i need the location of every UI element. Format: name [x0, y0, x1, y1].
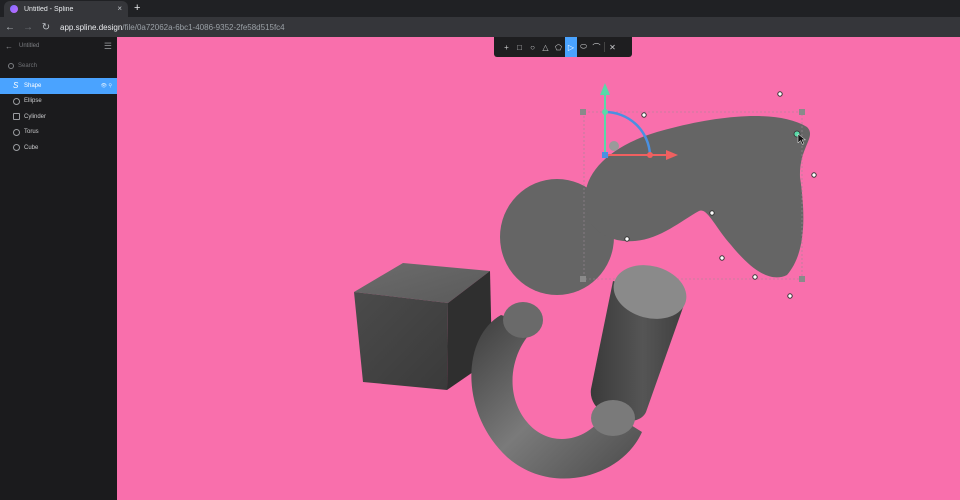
- hamburger-menu-icon[interactable]: ☰: [104, 41, 112, 52]
- bbox-handle[interactable]: [580, 109, 586, 115]
- layer-item-torus[interactable]: Torus: [0, 125, 117, 141]
- ellipse-tool-icon[interactable]: ○: [526, 37, 539, 57]
- triangle-tool-icon[interactable]: △: [539, 37, 552, 57]
- layer-label: Cube: [24, 144, 39, 151]
- bbox-handle[interactable]: [799, 109, 805, 115]
- polygon-tool-icon[interactable]: ⬠: [552, 37, 565, 57]
- search-placeholder: Search: [18, 63, 38, 69]
- address-bar[interactable]: app.spline.design /file/0a72062a-6bc1-40…: [60, 19, 285, 35]
- forward-button[interactable]: →: [20, 19, 36, 35]
- viewport-canvas[interactable]: + □ ○ △ ⬠ ▷ ⬭ ⌒ ✕: [117, 37, 960, 500]
- cube-object[interactable]: [354, 263, 492, 390]
- layer-item-cube[interactable]: Cube: [0, 140, 117, 156]
- canvas-tools-bar: + □ ○ △ ⬠ ▷ ⬭ ⌒ ✕: [494, 37, 632, 57]
- spline-favicon-icon: [10, 5, 18, 13]
- torus-icon: [13, 128, 20, 136]
- bbox-handle[interactable]: [580, 276, 586, 282]
- pen-tool-icon[interactable]: ⬭: [577, 37, 590, 57]
- rectangle-tool-icon[interactable]: □: [513, 37, 526, 57]
- layer-label: Cylinder: [24, 113, 47, 120]
- ellipse-icon: [13, 97, 20, 105]
- select-tool-icon[interactable]: ▷: [565, 37, 577, 57]
- layers-sidebar: ← Untitled ☰ Search S Shape 👁 ⚲ Ellipse …: [0, 37, 117, 500]
- search-icon: [8, 63, 14, 69]
- reload-button[interactable]: ↻: [38, 19, 54, 35]
- layer-label: Shape: [24, 82, 42, 89]
- browser-toolbar: ← → ↻ app.spline.design /file/0a72062a-6…: [0, 17, 960, 37]
- cylinder-object[interactable]: [590, 257, 693, 422]
- new-tab-button[interactable]: +: [134, 2, 140, 14]
- browser-tab-bar: Untitled - Spline × +: [0, 0, 960, 17]
- file-title[interactable]: Untitled: [19, 43, 104, 49]
- cylinder-icon: [13, 113, 20, 121]
- tools-divider: [604, 42, 605, 52]
- layer-item-cylinder[interactable]: Cylinder: [0, 109, 117, 125]
- cube-icon: [13, 144, 20, 152]
- pen-shape-icon: S: [13, 81, 19, 91]
- layer-item-shape[interactable]: S Shape 👁 ⚲: [0, 78, 117, 94]
- url-host: app.spline.design: [60, 22, 123, 32]
- back-button[interactable]: ←: [2, 19, 18, 35]
- layer-label: Ellipse: [24, 98, 42, 105]
- bbox-handle[interactable]: [799, 276, 805, 282]
- scene-svg: [354, 83, 817, 479]
- shape-object[interactable]: [585, 116, 811, 278]
- tab-title: Untitled - Spline: [24, 5, 74, 13]
- curve-tool-icon[interactable]: ⌒: [590, 37, 603, 57]
- close-tab-icon[interactable]: ×: [117, 5, 122, 13]
- add-tool-icon[interactable]: +: [500, 37, 513, 57]
- url-path: /file/0a72062a-6bc1-4086-9352-2fe58d515f…: [122, 22, 285, 32]
- back-arrow-icon[interactable]: ←: [5, 42, 13, 51]
- layer-visibility-lock-icons[interactable]: 👁 ⚲: [101, 83, 112, 89]
- layer-list: S Shape 👁 ⚲ Ellipse Cylinder Torus Cube: [0, 78, 117, 156]
- close-tools-icon[interactable]: ✕: [606, 37, 619, 57]
- browser-tab[interactable]: Untitled - Spline ×: [4, 1, 128, 17]
- layer-search-input[interactable]: Search: [5, 59, 112, 73]
- sidebar-header: ← Untitled ☰: [0, 37, 117, 55]
- layer-label: Torus: [24, 129, 39, 136]
- layer-item-ellipse[interactable]: Ellipse: [0, 94, 117, 110]
